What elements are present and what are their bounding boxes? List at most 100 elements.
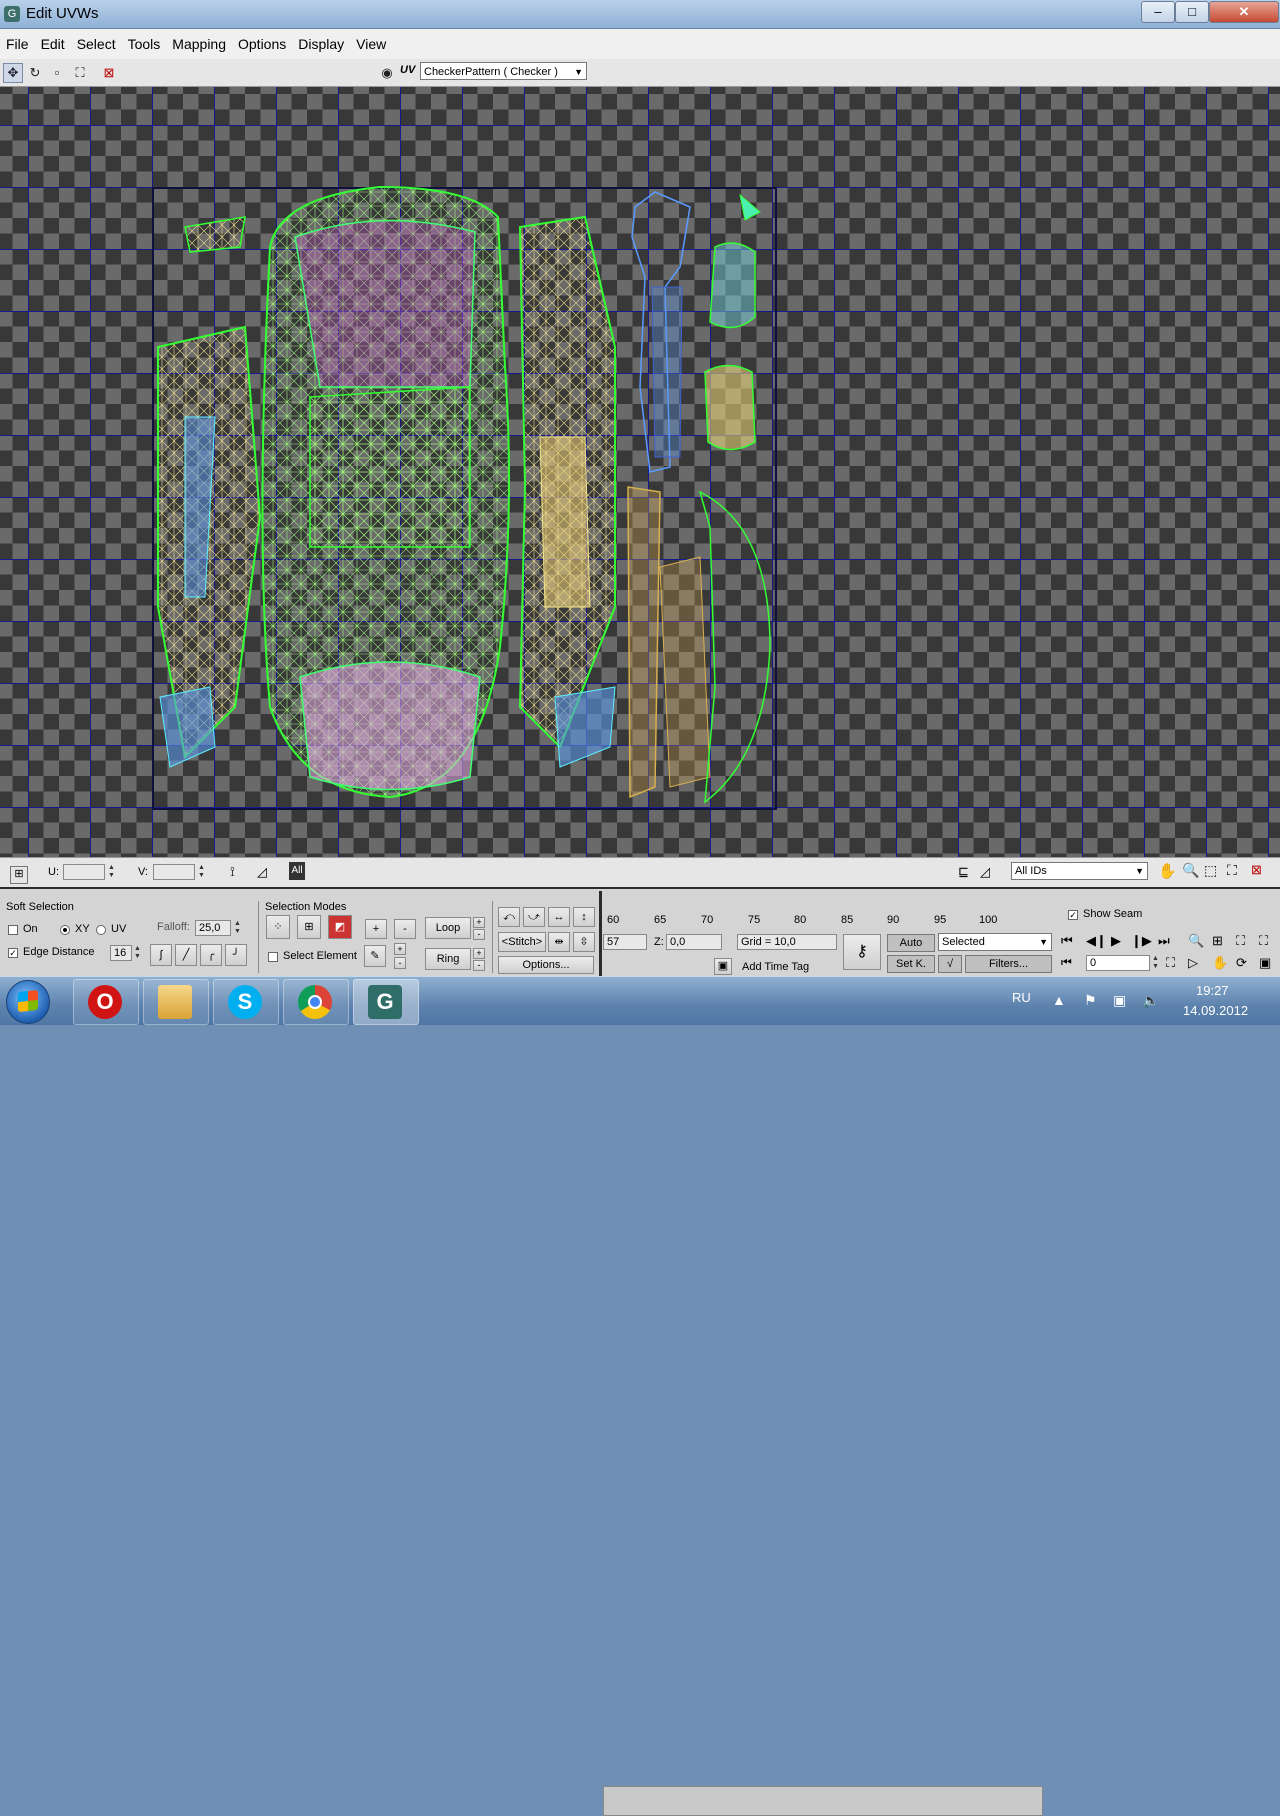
menu-file[interactable]: File — [0, 29, 35, 59]
zoom-region-icon[interactable]: ⬚ — [1204, 862, 1217, 879]
maximize-viewport-icon[interactable]: ▣ — [1259, 955, 1271, 971]
timeline-ruler[interactable] — [603, 1786, 1043, 1816]
menu-tools[interactable]: Tools — [122, 29, 167, 59]
zoom-all-icon[interactable]: ⊞ — [1212, 933, 1223, 949]
render-options-icon[interactable]: ⊠ — [1251, 862, 1262, 878]
go-to-start-icon[interactable]: ⏮ — [1061, 933, 1073, 949]
filter-icon[interactable]: ⊑ — [958, 864, 969, 880]
select-by-id-icon[interactable]: ◿ — [980, 864, 990, 880]
flip-vertical-icon[interactable]: ↕ — [573, 907, 595, 927]
maximize-button[interactable]: □ — [1175, 1, 1209, 23]
grow-button[interactable]: + — [365, 919, 387, 939]
mirror-icon[interactable]: ⊠ — [99, 63, 119, 83]
align-horizontal-icon[interactable]: ⇹ — [548, 932, 570, 952]
flip-horizontal-icon[interactable]: ↔ — [548, 907, 570, 927]
rotate-icon[interactable]: ↻ — [25, 63, 45, 83]
show-seam-checkbox[interactable]: ✓ — [1068, 910, 1078, 920]
ring-shrink-button[interactable]: - — [473, 960, 485, 971]
material-id-dropdown[interactable]: All IDs ▼ — [1011, 862, 1148, 880]
edge-distance-checkbox[interactable]: ✓ — [8, 948, 18, 958]
taskbar-explorer[interactable] — [143, 979, 209, 1025]
minimize-button[interactable]: – — [1141, 1, 1175, 23]
body-uv-island[interactable] — [261, 185, 510, 799]
show-hidden-icons-icon[interactable]: ▲ — [1052, 992, 1066, 1008]
falloff-spinner[interactable]: ▲ ▼ — [233, 920, 242, 936]
all-button[interactable]: All — [289, 862, 305, 880]
lock-icon[interactable]: ⟟ — [230, 864, 235, 880]
set-key-button[interactable]: Set K. — [887, 955, 935, 973]
paint-grow-button[interactable]: + — [394, 943, 406, 955]
key-filter-dropdown[interactable]: Selected ▼ — [938, 933, 1052, 951]
face-mode-icon[interactable]: ◩ — [328, 915, 352, 939]
curve-icon[interactable]: √ — [938, 955, 962, 973]
paint-shrink-button[interactable]: - — [394, 957, 406, 969]
menu-view[interactable]: View — [350, 29, 392, 59]
add-time-tag[interactable]: Add Time Tag — [742, 961, 809, 973]
current-frame-input[interactable]: 0 — [1086, 955, 1150, 971]
paint-select-icon[interactable]: ✎ — [364, 945, 386, 967]
falloff-smooth-icon[interactable]: ∫ — [150, 944, 172, 966]
paint-icon[interactable]: ◿ — [257, 864, 267, 880]
texture-dropdown[interactable]: CheckerPattern ( Checker ) ▼ — [420, 62, 587, 80]
clock-date[interactable]: 14.09.2012 — [1183, 1003, 1248, 1018]
menu-options[interactable]: Options — [232, 29, 292, 59]
key-icon[interactable]: ⚷ — [843, 934, 881, 970]
zoom-icon[interactable]: 🔍 — [1182, 862, 1199, 879]
field-of-view-icon[interactable]: ▷ — [1188, 955, 1198, 971]
vertex-mode-icon[interactable]: ⁘ — [266, 915, 290, 939]
clock-time[interactable]: 19:27 — [1196, 983, 1229, 998]
taskbar-skype[interactable]: S — [213, 979, 279, 1025]
pan-view-icon[interactable]: ✋ — [1212, 955, 1228, 971]
right-side-uv-island[interactable] — [518, 215, 616, 768]
menu-mapping[interactable]: Mapping — [166, 29, 232, 59]
v-coordinate-input[interactable] — [153, 864, 195, 880]
ring-grow-button[interactable]: + — [473, 948, 485, 959]
falloff-linear-icon[interactable]: ╱ — [175, 944, 197, 966]
checker-icon[interactable]: ◉ — [377, 63, 397, 83]
go-to-end-icon[interactable]: ⏭ — [1158, 933, 1170, 949]
start-button[interactable] — [6, 980, 50, 1024]
menu-display[interactable]: Display — [292, 29, 350, 59]
select-element-checkbox[interactable] — [268, 952, 278, 962]
time-tag-icon[interactable]: ▣ — [714, 958, 732, 975]
xy-radio[interactable] — [60, 925, 70, 935]
options-button[interactable]: Options... — [498, 956, 594, 974]
close-button[interactable]: ✕ — [1209, 1, 1279, 23]
edge-distance-spinner[interactable]: ▲ ▼ — [133, 945, 142, 961]
next-frame-icon[interactable]: ❙▶ — [1131, 933, 1152, 949]
uv-radio[interactable] — [96, 925, 106, 935]
loop-button[interactable]: Loop — [425, 917, 471, 939]
uv-wireframe[interactable] — [0, 87, 1280, 857]
loop-shrink-button[interactable]: - — [473, 929, 485, 940]
play-icon[interactable]: ▶ — [1111, 933, 1121, 949]
frame-spinner[interactable]: ▲ ▼ — [1151, 955, 1160, 971]
soft-selection-on-checkbox[interactable] — [8, 925, 18, 935]
move-icon[interactable]: ✥ — [3, 63, 23, 83]
x-coordinate-field[interactable]: 57 — [603, 934, 647, 950]
taskbar-3dsmax[interactable]: G — [353, 979, 419, 1025]
strip-uv-islands[interactable] — [627, 191, 771, 804]
falloff-input[interactable]: 25,0 — [195, 920, 231, 936]
loop-grow-button[interactable]: + — [473, 917, 485, 928]
snap-icon[interactable]: ⊞ — [10, 866, 28, 884]
zoom-extents-all-icon[interactable]: ⛶ — [1259, 933, 1268, 949]
stitch-button[interactable]: <Stitch> — [498, 932, 546, 952]
edge-distance-input[interactable]: 16 — [110, 945, 132, 961]
u-spinner[interactable]: ▲ ▼ — [107, 864, 116, 880]
v-spinner[interactable]: ▲ ▼ — [197, 864, 206, 880]
uv-editor-viewport[interactable] — [0, 87, 1280, 857]
align-vertical-icon[interactable]: ⇳ — [573, 932, 595, 952]
language-indicator[interactable]: RU — [1012, 990, 1031, 1005]
scale-icon[interactable]: ▫ — [47, 63, 67, 83]
zoom-extents-icon[interactable]: ⛶ — [1236, 933, 1245, 949]
taskbar-chrome[interactable] — [283, 979, 349, 1025]
network-icon[interactable]: ▣ — [1113, 992, 1126, 1009]
left-side-uv-island[interactable] — [157, 216, 262, 768]
edge-mode-icon[interactable]: ⊞ — [297, 915, 321, 939]
freeform-icon[interactable]: ⛶ — [70, 63, 90, 83]
title-bar[interactable]: G Edit UVWs – □ ✕ — [0, 0, 1280, 29]
orbit-icon[interactable]: ⟳ — [1236, 955, 1247, 971]
rotate-cw-icon[interactable]: ⤻ — [523, 907, 545, 927]
menu-edit[interactable]: Edit — [35, 29, 71, 59]
volume-icon[interactable]: 🔈 — [1142, 992, 1159, 1009]
